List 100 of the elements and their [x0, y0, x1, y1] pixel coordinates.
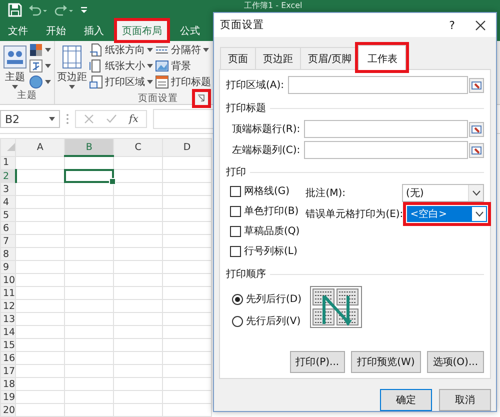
row-header[interactable]: 7 — [0, 234, 16, 248]
row-header[interactable]: 1 — [0, 156, 16, 170]
fill-handle[interactable] — [109, 178, 116, 185]
row-header[interactable]: 8 — [0, 248, 16, 260]
row-header[interactable]: 3 — [0, 182, 16, 196]
checkbox-label: 网格线(G) — [244, 184, 290, 198]
field-label: 左端标题列(C): — [232, 144, 302, 157]
themes-button[interactable]: 主题 — [3, 43, 27, 89]
ribbon-button[interactable]: 打印标题 — [155, 74, 211, 90]
radio-button[interactable] — [232, 316, 243, 326]
ribbon-button[interactable]: 分隔符 — [155, 43, 211, 58]
chevron-down-icon — [474, 210, 484, 216]
row-header[interactable]: 6 — [0, 222, 16, 234]
checkbox-label: 单色打印(B) — [244, 204, 299, 218]
section-heading: 打印顺序 — [226, 268, 266, 281]
row-header[interactable]: 14 — [0, 326, 16, 338]
customize-icon[interactable] — [80, 6, 88, 14]
ribbon-tab[interactable]: 开始 — [40, 20, 72, 41]
row-header[interactable]: 5 — [0, 208, 16, 222]
fonts-icon[interactable] — [29, 59, 43, 73]
caret-icon — [147, 48, 153, 52]
row-header[interactable]: 2 — [0, 170, 16, 182]
caret-icon — [45, 64, 51, 68]
ribbon-button[interactable]: 背景 — [155, 58, 211, 74]
range-picker-icon[interactable] — [469, 122, 484, 136]
group-label: 主题 — [16, 89, 38, 102]
checkbox[interactable] — [230, 246, 241, 256]
ribbon-tab[interactable]: 插入 — [78, 20, 110, 41]
ok-button[interactable]: 确定 — [380, 389, 432, 411]
column-header[interactable]: B — [64, 138, 114, 156]
ribbon-button[interactable]: 纸张方向 — [89, 43, 153, 58]
row-header[interactable]: 13 — [0, 312, 16, 326]
cancel-icon — [84, 114, 94, 124]
field-label: 打印区域(A): — [226, 78, 286, 92]
row-header[interactable]: 18 — [0, 378, 16, 390]
caret-icon — [147, 80, 153, 84]
grip-icon — [66, 113, 69, 125]
cancel-button[interactable]: 取消 — [439, 389, 491, 411]
dialog-launcher-icon — [197, 94, 206, 103]
row-header[interactable]: 9 — [0, 260, 16, 274]
dialog-button[interactable]: 打印预览(W) — [351, 351, 421, 373]
field-label: 批注(M): — [306, 186, 346, 200]
close-icon[interactable] — [475, 20, 486, 30]
checkbox[interactable] — [230, 206, 241, 216]
row-header[interactable]: 17 — [0, 364, 16, 378]
row-header[interactable]: 11 — [0, 286, 16, 300]
effects-icon[interactable] — [29, 74, 43, 89]
dialog-button[interactable]: 打印(P)... — [290, 351, 346, 373]
ribbon-tab[interactable]: 公式 — [174, 20, 206, 41]
ribbon-button[interactable]: 打印区域 — [89, 74, 153, 90]
margins-button[interactable]: 页边距 — [57, 43, 87, 89]
ribbon-tab[interactable]: 文件 — [2, 20, 34, 41]
column-header[interactable]: D — [162, 138, 212, 156]
column-header[interactable]: A — [16, 138, 65, 156]
selected-cell[interactable] — [64, 169, 114, 183]
dialog-button[interactable]: 选项(O)... — [426, 351, 484, 373]
radio-button[interactable] — [232, 294, 243, 304]
row-header[interactable]: 10 — [0, 274, 16, 286]
page-icon — [89, 59, 103, 73]
input-field[interactable] — [304, 141, 468, 159]
caret-icon — [147, 64, 153, 68]
section-heading: 打印 — [226, 166, 246, 179]
caret-icon — [69, 85, 75, 89]
input-field[interactable] — [304, 120, 468, 138]
undo-icon[interactable] — [28, 4, 48, 16]
row-header[interactable]: 15 — [0, 338, 16, 352]
checkbox-label: 草稿品质(Q) — [244, 224, 300, 238]
ribbon-tab[interactable]: 页面布局 — [116, 20, 168, 41]
table-icon — [155, 74, 169, 89]
print-area-icon — [89, 74, 103, 89]
dialog-launcher-button[interactable] — [192, 89, 211, 108]
caret-icon — [203, 48, 209, 52]
name-box[interactable]: B2 — [0, 110, 60, 128]
help-button[interactable]: ? — [449, 18, 455, 32]
column-header[interactable]: C — [114, 138, 163, 156]
checkbox[interactable] — [230, 226, 241, 236]
insert-function-button[interactable]: fx — [129, 114, 138, 124]
redo-icon[interactable] — [54, 4, 74, 16]
ribbon-button[interactable]: 纸张大小 — [89, 58, 153, 74]
row-header[interactable]: 4 — [0, 196, 16, 208]
dropdown[interactable]: (无) — [402, 184, 484, 202]
radio-label: 先行后列(V) — [246, 314, 301, 328]
input-field[interactable] — [288, 76, 468, 94]
checkbox[interactable] — [230, 186, 241, 196]
save-icon[interactable] — [8, 3, 22, 17]
field-label: 顶端标题行(R): — [232, 122, 302, 136]
colors-icon[interactable] — [29, 43, 43, 58]
themes-icon — [3, 45, 27, 69]
row-header[interactable]: 16 — [0, 352, 16, 364]
group-label: 页面设置 — [138, 92, 178, 105]
section-heading: 打印标题 — [226, 102, 266, 115]
dropdown[interactable]: <空白> — [403, 202, 492, 226]
row-header[interactable]: 20 — [0, 404, 16, 416]
row-header[interactable]: 12 — [0, 300, 16, 312]
range-picker-icon[interactable] — [469, 78, 484, 92]
dialog-tab[interactable]: 页面 — [220, 47, 256, 69]
row-header[interactable]: 19 — [0, 390, 16, 404]
dialog-tab[interactable]: 工作表 — [358, 45, 406, 70]
range-picker-icon[interactable] — [469, 142, 484, 158]
page-order-diagram-drawing — [310, 286, 362, 328]
